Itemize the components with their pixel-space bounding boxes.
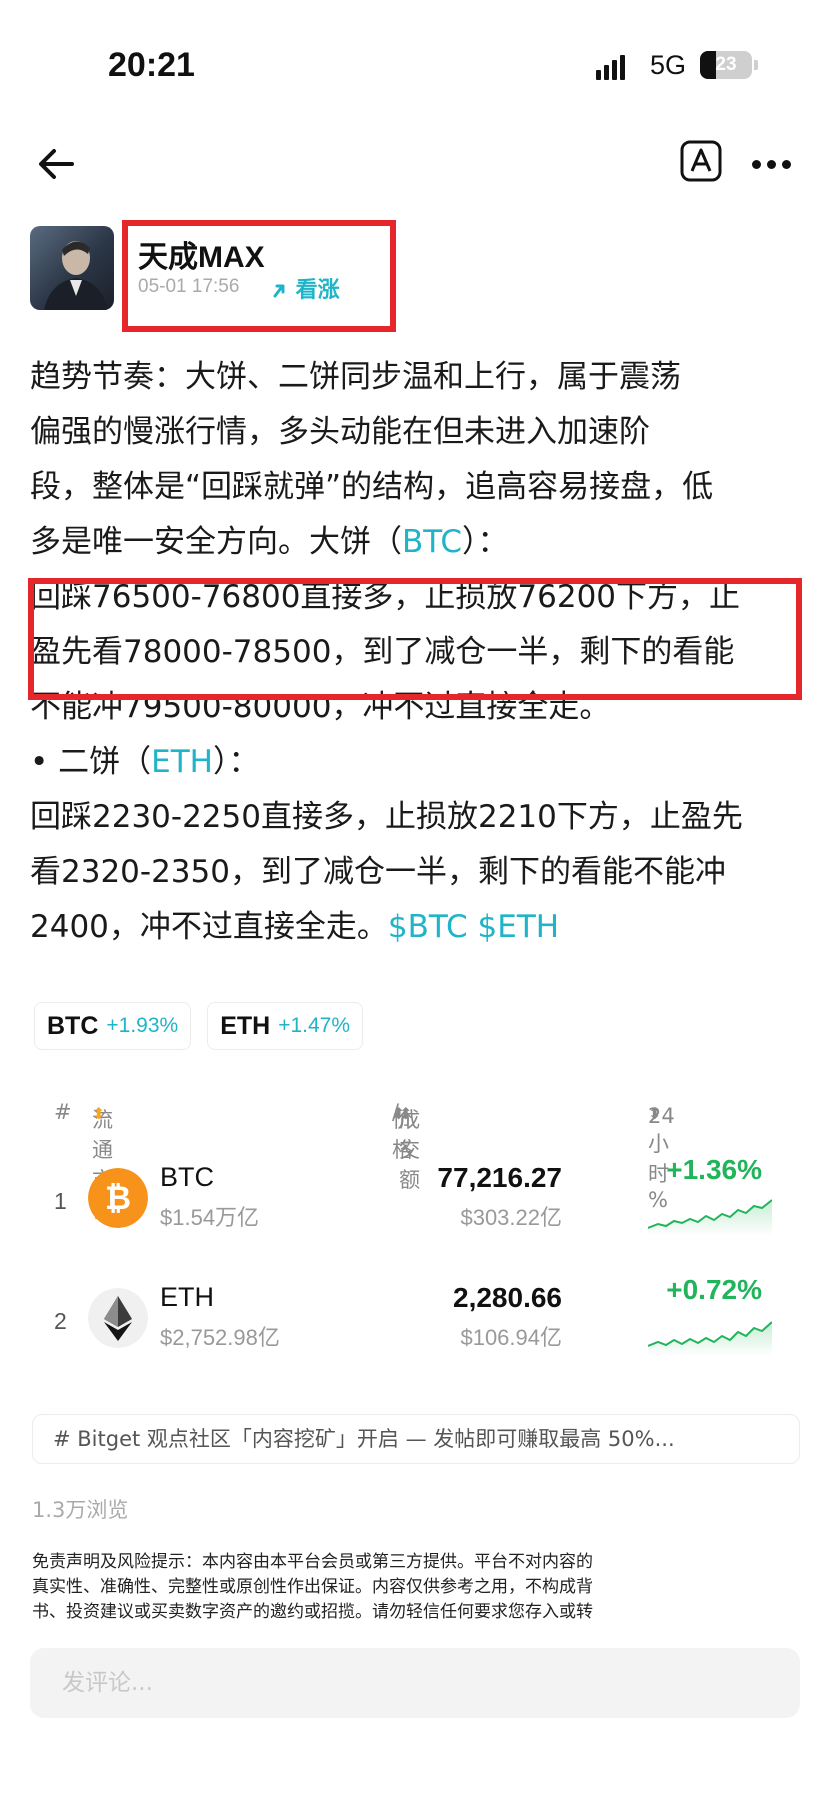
author-avatar[interactable]	[30, 226, 114, 310]
tag-symbol: ETH	[220, 1011, 271, 1040]
body-line: 多是唯一安全方向。大饼（BTC）：	[30, 515, 800, 570]
body-text: 多是唯一安全方向。大饼（	[30, 524, 402, 560]
row-rank: 1	[54, 1188, 67, 1214]
coin-tags: BTC +1.93% ETH +1.47%	[34, 1002, 364, 1050]
body-text: • 二饼（	[30, 744, 152, 780]
sparkline-chart	[648, 1199, 772, 1236]
row-price: 2,280.66	[453, 1282, 562, 1313]
tag-change: +1.93%	[106, 1014, 179, 1037]
sparkline-chart	[648, 1321, 772, 1356]
row-symbol: BTC	[160, 1162, 214, 1192]
body-text: 2400，冲不过直接全走。	[30, 909, 388, 945]
sort-icon: ⬍	[399, 1104, 413, 1123]
disclaimer-line: 真实性、准确性、完整性或原创性作出保证。内容仅供参考之用，不构成背	[32, 1577, 593, 1597]
comment-input[interactable]: 发评论...	[30, 1648, 800, 1718]
disclaimer-line: 书、投资建议或买卖数字资产的邀约或招揽。请勿轻信任何要求您存入或转	[32, 1602, 593, 1622]
market-table-header: # 流通市值 ⬍ 价格 ⬍/ 成交额 ⬍ 24小时 % ⬍	[0, 1096, 828, 1222]
view-count: 1.3万浏览	[32, 1498, 129, 1522]
btc-link[interactable]: BTC	[402, 524, 462, 560]
battery-icon: 23	[700, 51, 752, 79]
sentiment-label: 看涨	[295, 278, 340, 303]
network-type: 5G	[650, 50, 687, 80]
body-text: ）：	[212, 744, 260, 780]
sort-icon: ⬍	[648, 1104, 662, 1123]
body-line: 偏强的慢涨行情，多头动能在但未进入加速阶	[30, 414, 650, 450]
row-change: +1.36%	[666, 1154, 762, 1185]
row-volume: $106.94亿	[460, 1325, 562, 1350]
bitcoin-icon: ₿	[88, 1168, 148, 1228]
author-name[interactable]: 天成MAX	[138, 232, 265, 276]
clock: 20:21	[108, 46, 195, 84]
risk-disclaimer: 免责声明及风险提示：本内容由本平台会员或第三方提供。平台不对内容的 真实性、准确…	[32, 1550, 792, 1625]
body-text: ）：	[462, 524, 509, 560]
post-timestamp: 05-01 17:56	[138, 276, 240, 297]
body-line: 看2320-2350，到了减仓一半，剩下的看能不能冲	[30, 854, 726, 890]
tag-eth[interactable]: ETH +1.47%	[207, 1002, 364, 1050]
translate-icon[interactable]	[678, 138, 724, 184]
row-symbol: ETH	[160, 1282, 214, 1312]
ethereum-icon	[88, 1288, 148, 1348]
body-highlight-box	[28, 578, 802, 700]
market-row-eth[interactable]: 2 ETH $2,752.98亿 2,280.66 $106.94亿 +0.72…	[0, 1268, 828, 1368]
sort-icon: ⬍	[92, 1104, 106, 1123]
battery-level: 23	[715, 54, 737, 75]
more-options-icon[interactable]	[752, 144, 798, 184]
eth-link[interactable]: ETH	[151, 744, 213, 780]
back-arrow-icon[interactable]	[34, 142, 78, 186]
tag-change: +1.47%	[278, 1014, 351, 1037]
sentiment-badge: 看涨	[272, 272, 340, 304]
tag-symbol: BTC	[47, 1011, 99, 1040]
status-bar: 20:21 5G 23	[0, 0, 828, 130]
row-rank: 2	[54, 1308, 67, 1334]
topic-banner[interactable]: # Bitget 观点社区「内容挖矿」开启 — 发帖即可赚取最高 50%...	[32, 1414, 800, 1464]
row-change: +0.72%	[666, 1274, 762, 1305]
up-trend-icon	[273, 284, 285, 298]
body-line: • 二饼（ETH）：	[30, 735, 800, 790]
body-line: 趋势节奏：大饼、二饼同步温和上行，属于震荡	[30, 359, 681, 395]
signal-icon	[596, 54, 625, 80]
body-line: 段，整体是“回踩就弹”的结构，追高容易接盘，低	[30, 469, 714, 505]
tag-btc[interactable]: BTC +1.93%	[34, 1002, 192, 1050]
row-market-cap: $2,752.98亿	[160, 1325, 280, 1350]
battery-cap	[754, 60, 758, 70]
price-header[interactable]: 价格 ⬍ / 成交额 ⬍	[392, 1100, 420, 1192]
body-line: 2400，冲不过直接全走。$BTC $ETH	[30, 900, 800, 955]
row-market-cap: $1.54万亿	[160, 1205, 260, 1230]
rank-header: #	[54, 1100, 72, 1124]
svg-text:₿: ₿	[105, 1179, 131, 1217]
body-line: 回踩2230-2250直接多，止损放2210下方，止盈先	[30, 799, 743, 835]
row-price: 77,216.27	[437, 1162, 562, 1193]
disclaimer-line: 免责声明及风险提示：本内容由本平台会员或第三方提供。平台不对内容的	[32, 1552, 593, 1572]
row-volume: $303.22亿	[460, 1205, 562, 1230]
nav-bar	[0, 130, 828, 220]
cashtag-links[interactable]: $BTC $ETH	[388, 909, 559, 945]
market-row-btc[interactable]: 1 ₿ BTC $1.54万亿 77,216.27 $303.22亿 +1.36…	[0, 1148, 828, 1248]
